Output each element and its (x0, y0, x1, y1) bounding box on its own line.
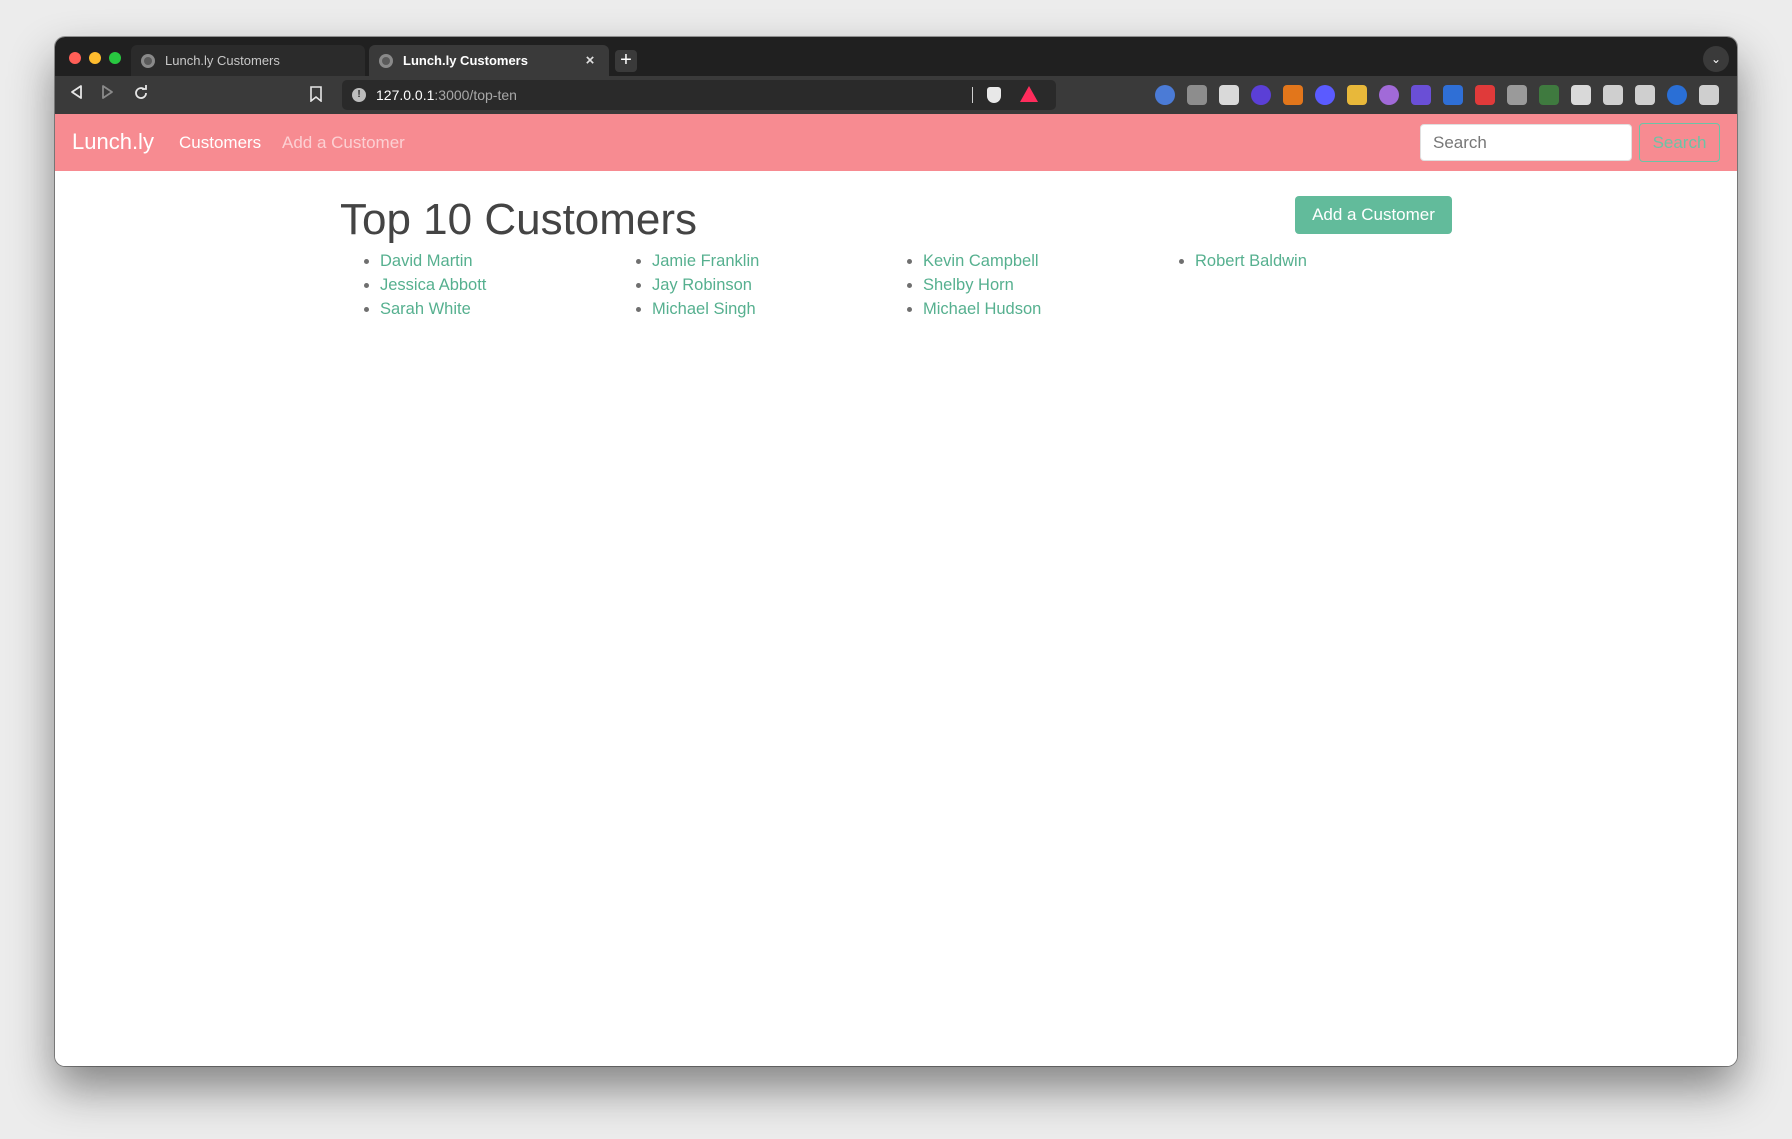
search-button[interactable]: Search (1639, 123, 1720, 162)
search-input[interactable] (1420, 124, 1632, 161)
bookmark-icon[interactable] (310, 86, 322, 103)
customer-link[interactable]: Jessica Abbott (380, 276, 486, 294)
extension-icon[interactable] (1155, 85, 1175, 105)
nav-add-customer-link[interactable]: Add a Customer (282, 133, 405, 153)
browser-tab-2-active[interactable]: Lunch.ly Customers × (369, 45, 609, 76)
wallet-icon[interactable] (1635, 85, 1655, 105)
list-item: Shelby Horn (923, 273, 1041, 297)
tab-title: Lunch.ly Customers (165, 53, 280, 68)
extension-icon[interactable] (1443, 85, 1463, 105)
url-host: 127.0.0.1 (376, 87, 435, 103)
brave-shield-icon[interactable] (987, 87, 1001, 103)
url-divider (972, 87, 973, 103)
tab-strip: Lunch.ly Customers Lunch.ly Customers × … (55, 37, 1737, 76)
extension-icon[interactable] (1187, 85, 1207, 105)
list-item: Sarah White (380, 297, 486, 321)
browser-toolbar: ! 127.0.0.1:3000/top-ten (55, 76, 1737, 114)
list-item: David Martin (380, 249, 486, 273)
customer-link[interactable]: Jamie Franklin (652, 252, 759, 270)
address-bar[interactable]: ! 127.0.0.1:3000/top-ten (342, 80, 1056, 110)
extension-icons (1155, 85, 1719, 105)
globe-icon (141, 53, 155, 68)
app-navbar: Lunch.ly Customers Add a Customer Search (55, 114, 1737, 171)
list-item: Michael Singh (652, 297, 759, 321)
customer-link[interactable]: Shelby Horn (923, 276, 1014, 294)
extension-icon[interactable] (1251, 85, 1271, 105)
back-arrow-icon[interactable] (65, 84, 87, 106)
customer-list-column-1: David Martin Jessica Abbott Sarah White (340, 249, 486, 321)
extension-icon[interactable] (1219, 85, 1239, 105)
list-item: Jamie Franklin (652, 249, 759, 273)
reload-icon[interactable] (130, 84, 152, 106)
customer-link[interactable]: Michael Singh (652, 300, 756, 318)
customer-link[interactable]: Kevin Campbell (923, 252, 1039, 270)
extension-icon[interactable] (1347, 85, 1367, 105)
main-content: Top 10 Customers Add a Customer David Ma… (55, 171, 1737, 1066)
globe-icon (379, 53, 393, 68)
playlist-icon[interactable] (1603, 85, 1623, 105)
nav-customers-link[interactable]: Customers (179, 133, 261, 153)
new-tab-button[interactable]: + (615, 50, 637, 72)
maximize-window-icon[interactable] (109, 52, 121, 64)
brave-rewards-icon[interactable] (1020, 86, 1038, 102)
page-title: Top 10 Customers (340, 195, 698, 244)
brand-link[interactable]: Lunch.ly (72, 129, 154, 155)
list-item: Kevin Campbell (923, 249, 1041, 273)
extension-icon[interactable] (1475, 85, 1495, 105)
extension-icon[interactable] (1539, 85, 1559, 105)
list-item: Robert Baldwin (1195, 249, 1307, 273)
add-customer-button[interactable]: Add a Customer (1295, 196, 1452, 234)
customer-list-column-4: Robert Baldwin (1155, 249, 1307, 273)
extension-icon[interactable] (1315, 85, 1335, 105)
close-window-icon[interactable] (69, 52, 81, 64)
browser-window: Lunch.ly Customers Lunch.ly Customers × … (55, 37, 1737, 1066)
list-item: Jessica Abbott (380, 273, 486, 297)
extension-icon[interactable] (1283, 85, 1303, 105)
menu-icon[interactable] (1699, 85, 1719, 105)
forward-arrow-icon[interactable] (97, 84, 119, 106)
tab-title: Lunch.ly Customers (403, 53, 528, 68)
customer-list-column-2: Jamie Franklin Jay Robinson Michael Sing… (612, 249, 759, 321)
extension-icon[interactable] (1507, 85, 1527, 105)
list-item: Jay Robinson (652, 273, 759, 297)
customer-link[interactable]: Sarah White (380, 300, 471, 318)
url-path: :3000/top-ten (434, 87, 517, 103)
list-item: Michael Hudson (923, 297, 1041, 321)
extension-icon[interactable] (1411, 85, 1431, 105)
chevron-down-icon[interactable]: ⌄ (1703, 46, 1729, 72)
close-tab-icon[interactable]: × (581, 52, 599, 69)
customer-list-column-3: Kevin Campbell Shelby Horn Michael Hudso… (883, 249, 1041, 321)
info-icon[interactable]: ! (352, 88, 366, 102)
customer-link[interactable]: Michael Hudson (923, 300, 1041, 318)
customer-link[interactable]: Jay Robinson (652, 276, 752, 294)
extension-icon[interactable] (1379, 85, 1399, 105)
puzzle-icon[interactable] (1571, 85, 1591, 105)
customer-link[interactable]: David Martin (380, 252, 473, 270)
customer-link[interactable]: Robert Baldwin (1195, 252, 1307, 270)
profile-avatar[interactable] (1667, 85, 1687, 105)
minimize-window-icon[interactable] (89, 52, 101, 64)
browser-tab-1[interactable]: Lunch.ly Customers (131, 45, 365, 76)
